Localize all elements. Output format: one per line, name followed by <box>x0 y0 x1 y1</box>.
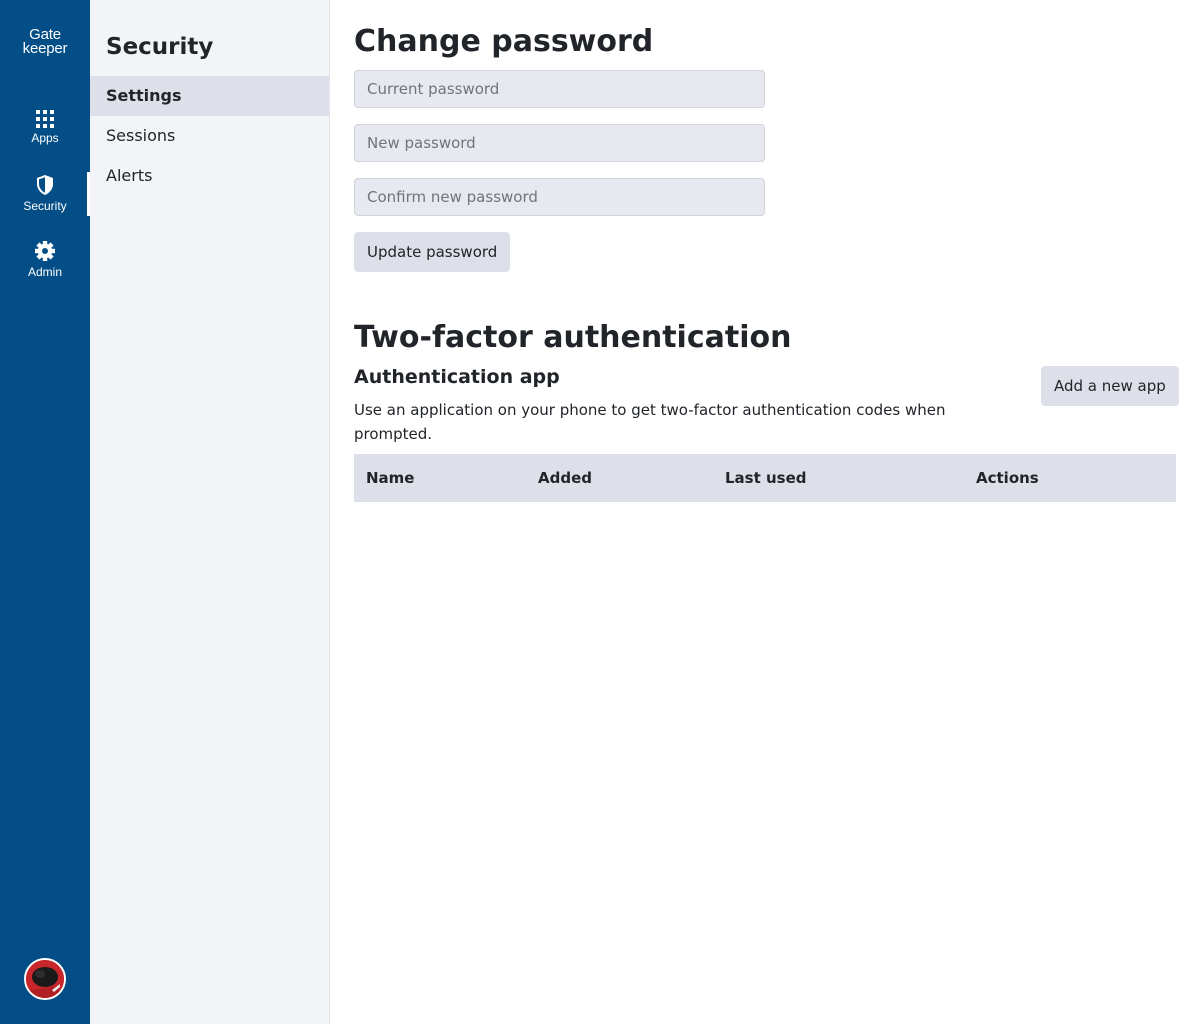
current-password-input[interactable] <box>354 70 765 108</box>
app-rail: Gate keeper Apps Security Admin <box>0 0 90 1024</box>
gatekeeper-logo[interactable]: Gate keeper <box>0 27 90 57</box>
grid-icon <box>36 110 54 128</box>
column-header-name: Name <box>366 469 415 487</box>
add-new-app-button[interactable]: Add a new app <box>1041 366 1179 406</box>
user-avatar[interactable] <box>24 958 66 1000</box>
change-password-heading: Change password <box>354 24 654 59</box>
two-factor-heading: Two-factor authentication <box>354 320 792 355</box>
settings-content: Change password Update password Two-fact… <box>354 0 1179 1024</box>
gear-icon <box>35 241 55 261</box>
authentication-app-description: Use an application on your phone to get … <box>354 401 946 443</box>
rail-label-admin: Admin <box>27 265 62 279</box>
avatar-image <box>26 960 64 998</box>
sidebar-item-alerts[interactable]: Alerts <box>90 156 329 196</box>
rail-item-security[interactable]: Security <box>0 172 90 224</box>
column-header-last-used: Last used <box>725 469 807 487</box>
rail-item-admin[interactable]: Admin <box>0 240 90 290</box>
sidebar-item-settings[interactable]: Settings <box>90 76 329 116</box>
new-password-input[interactable] <box>354 124 765 162</box>
security-sidebar: Security Settings Sessions Alerts <box>90 0 330 1024</box>
authentication-app-heading: Authentication app <box>354 366 560 388</box>
shield-icon <box>37 175 53 195</box>
sidebar-title: Security <box>106 34 214 60</box>
column-header-added: Added <box>538 469 592 487</box>
rail-item-apps[interactable]: Apps <box>0 110 90 160</box>
authentication-apps-table: Name Added Last used Actions <box>354 454 1176 502</box>
column-header-actions: Actions <box>976 469 1039 487</box>
rail-label-security: Security <box>23 199 67 213</box>
update-password-button[interactable]: Update password <box>354 232 511 272</box>
sidebar-item-sessions[interactable]: Sessions <box>90 116 329 156</box>
logo-line-2: keeper <box>22 40 68 57</box>
rail-label-apps: Apps <box>31 131 59 145</box>
confirm-password-input[interactable] <box>354 178 765 216</box>
